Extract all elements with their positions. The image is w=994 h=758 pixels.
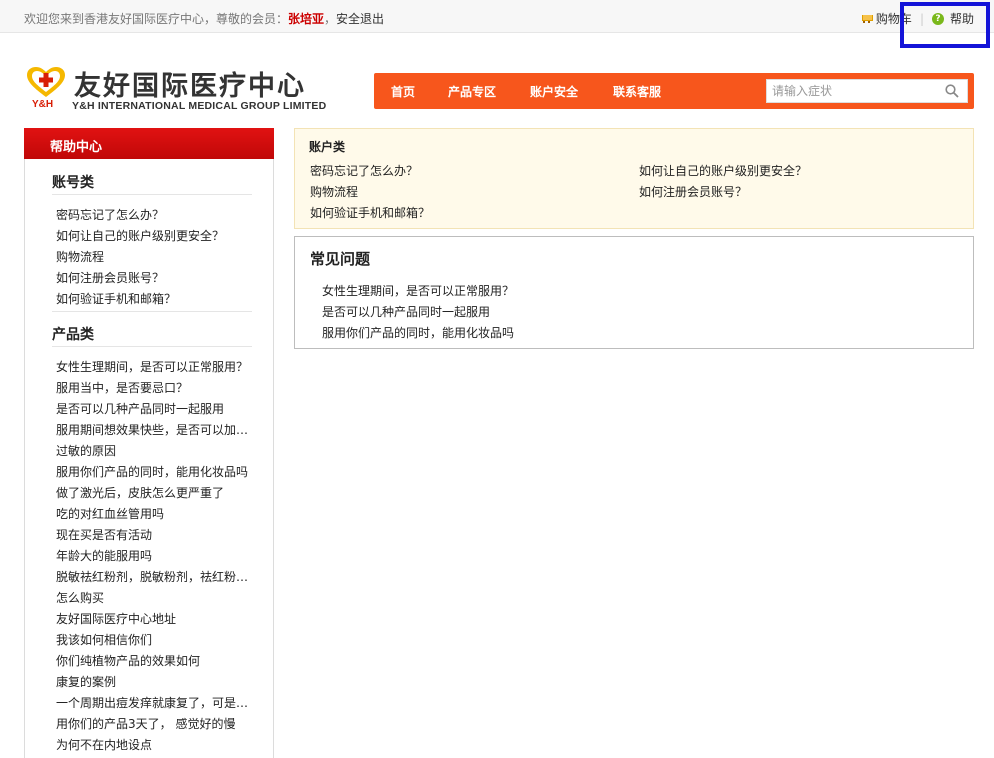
sidebar-link[interactable]: 服用当中，是否要忌口？ — [56, 381, 188, 395]
sidebar-link[interactable]: 服用你们产品的同时，能用化妆品吗 — [56, 465, 248, 479]
account-link[interactable]: 如何验证手机和邮箱？ — [310, 204, 430, 221]
highlight-box — [900, 2, 990, 48]
sidebar-link[interactable]: 怎么购买 — [56, 591, 104, 605]
account-questions-panel: 账户类 密码忘记了怎么办？ 如何让自己的账户级别更安全？ 购物流程 如何注册会员… — [294, 128, 974, 229]
search-box — [766, 79, 968, 103]
search-icon[interactable] — [945, 84, 959, 98]
sidebar-link[interactable]: 购物流程 — [56, 250, 104, 264]
main-nav: 首页 产品专区 账户安全 联系客服 — [374, 73, 974, 109]
faq-title: 常见问题 — [310, 250, 371, 268]
account-link[interactable]: 密码忘记了怎么办？ — [310, 162, 418, 179]
account-link[interactable]: 如何注册会员账号？ — [639, 183, 747, 200]
sidebar-section-title: 账号类 — [52, 175, 94, 191]
faq-panel: 常见问题 女性生理期间，是否可以正常服用？ 是否可以几种产品同时一起服用 服用你… — [294, 236, 974, 349]
sidebar-link[interactable]: 如何验证手机和邮箱？ — [56, 292, 176, 306]
welcome-message: 欢迎您来到香港友好国际医疗中心，尊敬的会员：张培亚，安全退出 — [24, 10, 384, 27]
sidebar-link[interactable]: 做了激光后，皮肤怎么更严重了 — [56, 486, 224, 500]
sidebar-link[interactable]: 现在买是否有活动 — [56, 528, 152, 542]
account-link[interactable]: 如何让自己的账户级别更安全？ — [639, 162, 807, 179]
sidebar-account-list: 密码忘记了怎么办？ 如何让自己的账户级别更安全？ 购物流程 如何注册会员账号？ … — [56, 205, 256, 310]
sidebar-link[interactable]: 脱敏祛红粉剂，脱敏粉剂，祛红粉… — [56, 570, 248, 584]
sidebar-link[interactable]: 一个周期出痘发痒就康复了，可是… — [56, 696, 248, 710]
nav-products[interactable]: 产品专区 — [448, 83, 496, 100]
help-sidebar: 帮助中心 账号类 密码忘记了怎么办？ 如何让自己的账户级别更安全？ 购物流程 如… — [24, 128, 274, 758]
divider — [52, 311, 252, 312]
nav-home[interactable]: 首页 — [391, 83, 415, 100]
sidebar-link[interactable]: 康复的案例 — [56, 675, 116, 689]
sidebar-link[interactable]: 如何注册会员账号？ — [56, 271, 164, 285]
sidebar-link[interactable]: 我该如何相信你们 — [56, 633, 152, 647]
account-link[interactable]: 购物流程 — [310, 183, 358, 200]
sidebar-link[interactable]: 密码忘记了怎么办？ — [56, 208, 164, 222]
sidebar-link[interactable]: 你们纯植物产品的效果如何 — [56, 654, 200, 668]
sidebar-link[interactable]: 用你们的产品3天了， 感觉好的慢 — [56, 717, 235, 731]
site-logo[interactable]: Y&H 友好国际医疗中心 Y&H INTERNATIONAL MEDICAL G… — [24, 66, 354, 114]
sidebar-link[interactable]: 如何让自己的账户级别更安全？ — [56, 229, 224, 243]
search-input[interactable] — [767, 80, 937, 102]
logo-mark-text: Y&H — [32, 99, 54, 110]
faq-link[interactable]: 是否可以几种产品同时一起服用 — [322, 303, 490, 320]
sidebar-header: 帮助中心 — [24, 128, 274, 159]
logo-heart-icon: Y&H — [24, 66, 68, 110]
divider — [52, 194, 252, 195]
sidebar-link[interactable]: 友好国际医疗中心地址 — [56, 612, 176, 626]
divider — [52, 346, 252, 347]
top-bar: 欢迎您来到香港友好国际医疗中心，尊敬的会员：张培亚，安全退出 购物车 | ? 帮… — [0, 0, 994, 33]
nav-customer-service[interactable]: 联系客服 — [613, 83, 661, 100]
sidebar-link[interactable]: 为何不在内地设点 — [56, 738, 152, 752]
sidebar-link[interactable]: 吃的对红血丝管用吗 — [56, 507, 164, 521]
nav-account-security[interactable]: 账户安全 — [530, 83, 578, 100]
faq-link[interactable]: 女性生理期间，是否可以正常服用？ — [322, 282, 514, 299]
sidebar-section-title: 产品类 — [52, 327, 94, 343]
sidebar-link[interactable]: 年龄大的能服用吗 — [56, 549, 152, 563]
sidebar-link[interactable]: 过敏的原因 — [56, 444, 116, 458]
logo-name-cn: 友好国际医疗中心 — [74, 71, 306, 102]
sidebar-link[interactable]: 女性生理期间，是否可以正常服用？ — [56, 360, 248, 374]
sidebar-product-list: 女性生理期间，是否可以正常服用？ 服用当中，是否要忌口？ 是否可以几种产品同时一… — [56, 357, 256, 756]
faq-link[interactable]: 服用你们产品的同时，能用化妆品吗 — [322, 324, 514, 341]
member-name-link[interactable]: 张培亚 — [288, 12, 324, 26]
sidebar-link[interactable]: 是否可以几种产品同时一起服用 — [56, 402, 224, 416]
welcome-text: 欢迎您来到香港友好国际医疗中心，尊敬的会员： — [24, 12, 289, 26]
panel-title: 账户类 — [309, 140, 346, 154]
shopping-cart-icon — [861, 14, 873, 24]
logo-name-en: Y&H INTERNATIONAL MEDICAL GROUP LIMITED — [72, 100, 327, 112]
sidebar-link[interactable]: 服用期间想效果快些，是否可以加… — [56, 423, 248, 437]
logout-separator: ， — [324, 12, 337, 26]
logout-link[interactable]: 安全退出 — [336, 12, 384, 26]
